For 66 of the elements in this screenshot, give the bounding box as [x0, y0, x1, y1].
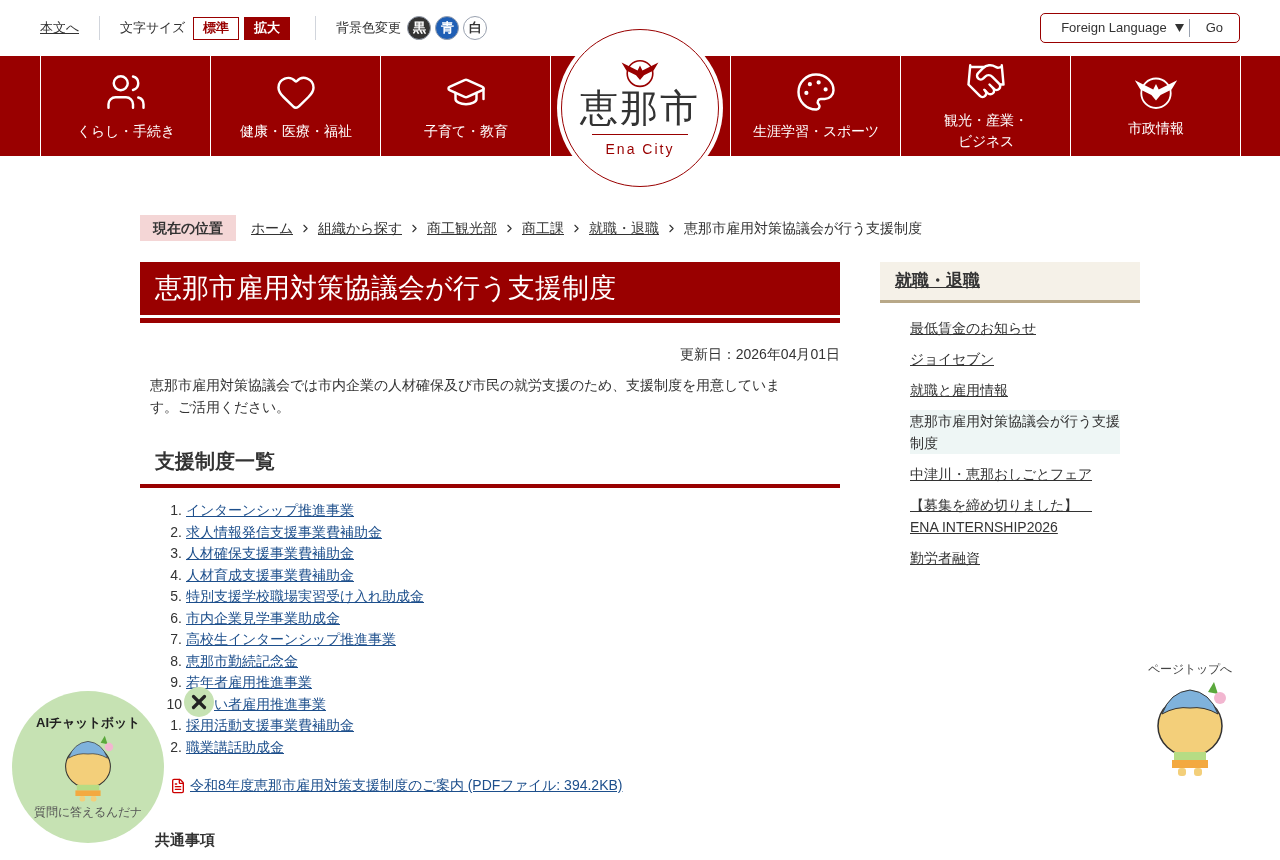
list-number: 5. — [169, 587, 183, 607]
program-link[interactable]: 若年者雇用推進事業 — [186, 672, 312, 694]
list-number: 8. — [169, 651, 183, 671]
logo-subtitle: Ena City — [605, 139, 675, 159]
background-color-button[interactable]: 青 — [435, 16, 459, 40]
pdf-icon — [170, 777, 186, 794]
list-number: 9. — [169, 673, 183, 693]
font-size-button[interactable]: 拡大 — [244, 16, 290, 40]
list-number: 10 — [165, 694, 183, 714]
sidebar-link[interactable]: 【募集を締め切りました】 ENA INTERNSHIP2026 — [910, 494, 1120, 538]
section-heading: 支援制度一覧 — [140, 446, 840, 488]
language-select[interactable]: Foreign Language Go — [1040, 13, 1240, 43]
program-link[interactable]: 恵那市勤続記念金 — [186, 650, 298, 672]
breadcrumb-link[interactable]: 就職・退職 — [589, 217, 659, 239]
list-number: 1. — [169, 716, 183, 736]
go-button[interactable]: Go — [1189, 14, 1239, 42]
background-color-button[interactable]: 白 — [463, 16, 487, 40]
program-link[interactable]: 職業講話助成金 — [186, 736, 284, 758]
sidebar-link[interactable]: 最低賃金のお知らせ — [910, 317, 1120, 339]
program-link[interactable]: 人材育成支援事業費補助金 — [186, 564, 354, 586]
program-link[interactable]: 特別支援学校職場実習受け入れ助成金 — [186, 586, 424, 608]
program-link[interactable]: 人材確保支援事業費補助金 — [186, 543, 354, 565]
breadcrumb-link[interactable]: ホーム — [251, 217, 293, 239]
location-label: 現在の位置 — [140, 215, 236, 241]
skip-link[interactable]: 本文へ — [40, 18, 79, 38]
list-number: 1. — [169, 501, 183, 521]
nav-item[interactable]: 市政情報 — [1070, 56, 1240, 156]
nav-item[interactable]: 観光・産業・ビジネス — [900, 56, 1070, 156]
font-size-button[interactable]: 標準 — [193, 16, 239, 40]
nav-item[interactable]: くらし・手続き — [40, 56, 210, 156]
program-link[interactable]: 採用活動支援事業費補助金 — [186, 715, 354, 737]
program-link[interactable]: インターンシップ推進事業 — [186, 500, 354, 522]
nav-item[interactable]: 子育て・教育 — [380, 56, 550, 156]
breadcrumb-current: 恵那市雇用対策協議会が行う支援制度 — [684, 218, 922, 238]
program-link[interactable]: い者雇用推進事業 — [214, 693, 326, 715]
pdf-link[interactable]: 令和8年度恵那市雇用対策支援制度のご案内 (PDFファイル: 394.2KB) — [190, 775, 623, 796]
logo-name: 恵那市 — [580, 88, 700, 130]
sidebar-link[interactable]: 就職と雇用情報 — [910, 379, 1120, 401]
list-number: 6. — [169, 608, 183, 628]
close-button[interactable] — [184, 687, 214, 717]
breadcrumb-link[interactable]: 組織から探す — [318, 217, 402, 239]
list-number: 3. — [169, 544, 183, 564]
sidebar-link[interactable]: ジョイセブン — [910, 348, 1120, 370]
nav-item[interactable]: 生涯学習・スポーツ — [730, 56, 900, 156]
intro-text: 恵那市雇用対策協議会では市内企業の人材確保及び市民の就労支援のため、支援制度を用意しています。ご活用ください。 — [149, 376, 781, 417]
nav-item[interactable]: 健康・医療・福祉 — [210, 56, 380, 156]
list-number: 4. — [169, 565, 183, 585]
program-link[interactable]: 求人情報発信支援事業費補助金 — [186, 521, 382, 543]
background-color-button[interactable]: 黒 — [407, 16, 431, 40]
sidebar-link[interactable]: 勤労者融資 — [910, 547, 1120, 569]
caret-icon — [1174, 24, 1184, 32]
list-number: 2. — [169, 737, 183, 757]
sidebar-link[interactable]: 中津川・恵那おしごとフェア — [910, 463, 1120, 485]
page-top-button[interactable]: ページトップへ — [1130, 660, 1250, 778]
font-size-label: 文字サイズ — [120, 19, 185, 38]
program-link[interactable]: 高校生インターンシップ推進事業 — [186, 629, 396, 651]
updated-date: 更新日：2026年04月01日 — [678, 345, 840, 364]
program-link[interactable]: 市内企業見学事業助成金 — [186, 607, 340, 629]
breadcrumb-link[interactable]: 商工課 — [522, 217, 564, 239]
list-number: 2. — [169, 522, 183, 542]
breadcrumb-link[interactable]: 商工観光部 — [427, 217, 497, 239]
subheading: 共通事項 — [140, 829, 840, 860]
background-color-label: 背景色変更 — [336, 19, 401, 38]
palette-icon — [794, 70, 837, 113]
sidebar-link[interactable]: 恵那市雇用対策協議会が行う支援制度 — [910, 410, 1120, 454]
list-number: 7. — [169, 630, 183, 650]
